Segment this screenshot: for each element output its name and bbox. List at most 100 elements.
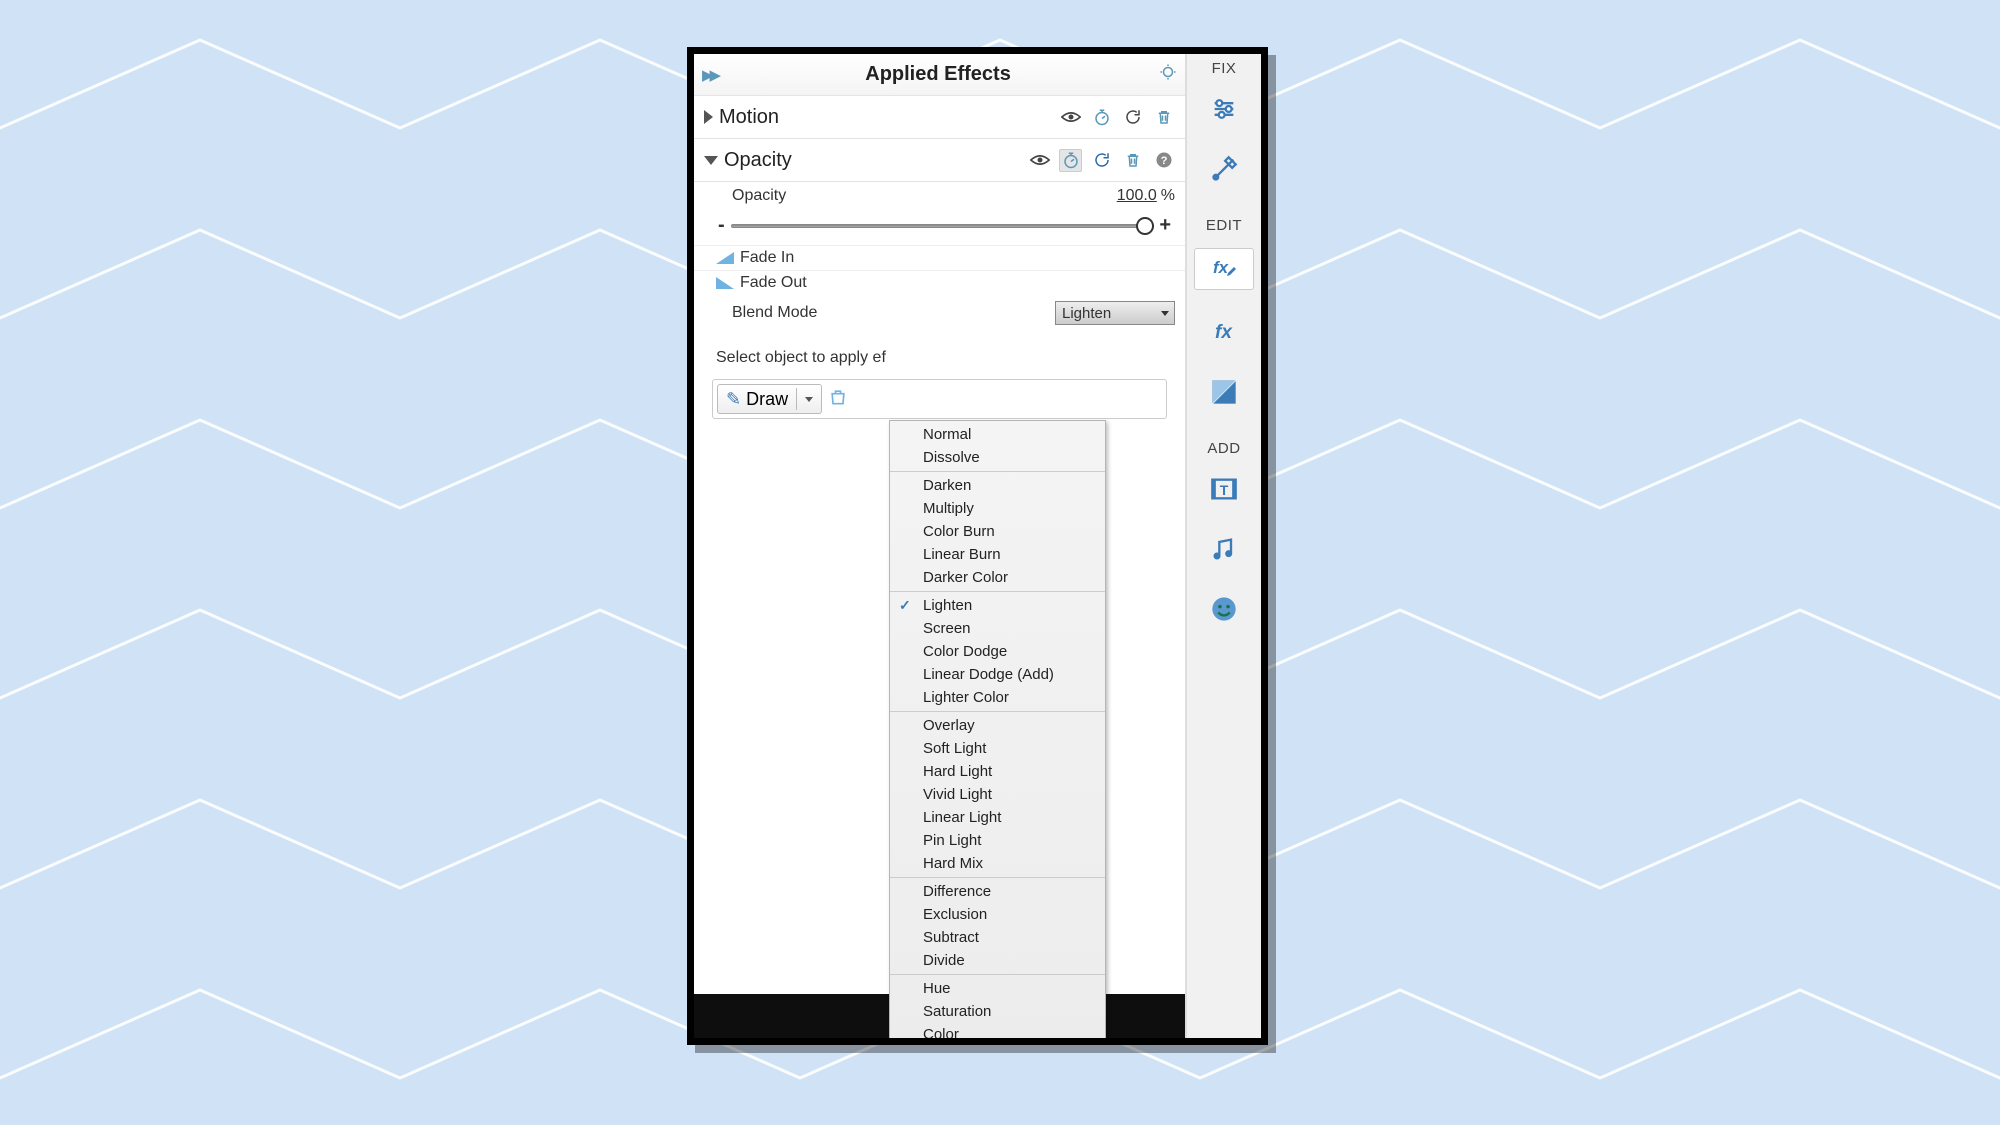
blend-option-label: Divide — [923, 952, 965, 969]
adjust-icon[interactable] — [1206, 91, 1242, 127]
fade-out-label: Fade Out — [740, 274, 807, 292]
eye-icon[interactable] — [1059, 106, 1082, 129]
blend-option[interactable]: Darken — [890, 474, 1105, 497]
blend-option[interactable]: Hard Mix — [890, 852, 1105, 875]
draw-button[interactable]: ✎ Draw — [717, 384, 822, 414]
blend-option[interactable]: Difference — [890, 880, 1105, 903]
sidebar-add-label: ADD — [1207, 440, 1240, 457]
blend-option-label: Subtract — [923, 929, 979, 946]
preset-icon[interactable] — [828, 387, 848, 412]
snap-icon[interactable] — [1159, 63, 1177, 86]
blend-option-label: Normal — [923, 426, 971, 443]
panel-window: ▶▶ Applied Effects Motion — [687, 47, 1268, 1045]
blend-option[interactable]: Divide — [890, 949, 1105, 972]
blend-option[interactable]: Linear Dodge (Add) — [890, 663, 1105, 686]
applied-effects-icon[interactable]: fx — [1194, 248, 1254, 290]
mask-toolbar: ✎ Draw — [712, 379, 1167, 419]
stopwatch-icon[interactable] — [1059, 149, 1082, 172]
svg-text:fx: fx — [1215, 322, 1233, 343]
blend-option-label: Screen — [923, 620, 971, 637]
blend-option[interactable]: Lighter Color — [890, 686, 1105, 709]
blend-option[interactable]: Soft Light — [890, 737, 1105, 760]
fade-out-row[interactable]: Fade Out — [694, 270, 1185, 295]
blend-mode-dropdown[interactable]: Normal Dissolve Darken Multiply Color Burn Li… — [889, 420, 1106, 1038]
blend-option[interactable]: Hard Light — [890, 760, 1105, 783]
graphics-icon[interactable] — [1206, 591, 1242, 627]
opacity-prop-label: Opacity — [732, 187, 1117, 205]
help-icon[interactable]: ? — [1152, 149, 1175, 172]
blend-option[interactable]: Color Dodge — [890, 640, 1105, 663]
check-icon: ✓ — [899, 597, 911, 614]
effects-icon[interactable]: fx — [1206, 314, 1242, 350]
opacity-slider[interactable] — [731, 224, 1154, 228]
transitions-icon[interactable] — [1206, 374, 1242, 410]
effect-section-motion[interactable]: Motion — [694, 96, 1185, 139]
blend-option[interactable]: Color — [890, 1023, 1105, 1038]
opacity-value[interactable]: 100.0 — [1117, 187, 1157, 205]
motion-title: Motion — [719, 106, 1059, 129]
blend-option-label: Color Burn — [923, 523, 995, 540]
blend-option[interactable]: Dissolve — [890, 446, 1105, 469]
blend-option[interactable]: Vivid Light — [890, 783, 1105, 806]
slider-thumb[interactable] — [1136, 217, 1154, 235]
blend-option[interactable]: Normal — [890, 423, 1105, 446]
fade-in-label: Fade In — [740, 249, 794, 267]
blend-option[interactable]: Screen — [890, 617, 1105, 640]
blend-option-label: Vivid Light — [923, 786, 992, 803]
sidebar-edit-label: EDIT — [1206, 217, 1242, 234]
effect-section-opacity[interactable]: Opacity ? — [694, 139, 1185, 182]
blend-option-label: Color Dodge — [923, 643, 1007, 660]
blend-mode-select[interactable]: Lighten — [1055, 301, 1175, 325]
blend-option[interactable]: Multiply — [890, 497, 1105, 520]
blend-option-label: Soft Light — [923, 740, 986, 757]
reset-icon[interactable] — [1090, 149, 1113, 172]
blend-option-label: Linear Burn — [923, 546, 1001, 563]
draw-label: Draw — [746, 389, 788, 410]
chevron-right-icon — [704, 110, 713, 124]
blend-option[interactable]: Subtract — [890, 926, 1105, 949]
slider-minus[interactable]: - — [718, 214, 725, 237]
chevron-down-icon — [704, 156, 718, 165]
eye-icon[interactable] — [1028, 149, 1051, 172]
svg-text:T: T — [1220, 482, 1229, 498]
blend-option-label: Lighten — [923, 597, 972, 614]
blend-option-label: Linear Dodge (Add) — [923, 666, 1054, 683]
blend-option[interactable]: Exclusion — [890, 903, 1105, 926]
music-icon[interactable] — [1206, 531, 1242, 567]
sidebar-fix-label: FIX — [1212, 60, 1237, 77]
trash-icon[interactable] — [1121, 149, 1144, 172]
blend-option[interactable]: Linear Light — [890, 806, 1105, 829]
blend-option[interactable]: Linear Burn — [890, 543, 1105, 566]
titles-icon[interactable]: T — [1206, 471, 1242, 507]
trash-icon[interactable] — [1152, 106, 1175, 129]
blend-option-label: Difference — [923, 883, 991, 900]
stopwatch-icon[interactable] — [1090, 106, 1113, 129]
svg-text:?: ? — [1160, 155, 1167, 167]
opacity-title: Opacity — [724, 149, 1028, 172]
blend-option-label: Lighter Color — [923, 689, 1009, 706]
blend-option[interactable]: Hue — [890, 977, 1105, 1000]
slider-plus[interactable]: + — [1159, 214, 1171, 237]
svg-text:fx: fx — [1213, 258, 1230, 277]
mask-hint-text: Select object to apply ef — [694, 331, 1185, 379]
opacity-unit: % — [1161, 187, 1175, 205]
tools-icon[interactable] — [1206, 151, 1242, 187]
blend-option-label: Exclusion — [923, 906, 987, 923]
blend-option[interactable]: Pin Light — [890, 829, 1105, 852]
blend-option-label: Linear Light — [923, 809, 1001, 826]
panel-header: ▶▶ Applied Effects — [694, 54, 1185, 96]
blend-option-label: Multiply — [923, 500, 974, 517]
reset-icon[interactable] — [1121, 106, 1144, 129]
fade-in-row[interactable]: Fade In — [694, 245, 1185, 270]
collapse-icon[interactable]: ▶▶ — [702, 66, 717, 84]
blend-option-label: Color — [923, 1026, 959, 1038]
blend-option[interactable]: Overlay — [890, 714, 1105, 737]
blend-option[interactable]: Color Burn — [890, 520, 1105, 543]
blend-option[interactable]: Darker Color — [890, 566, 1105, 589]
blend-option[interactable]: Saturation — [890, 1000, 1105, 1023]
blend-option[interactable]: ✓ Lighten — [890, 594, 1105, 617]
blend-mode-selected: Lighten — [1062, 305, 1111, 322]
blend-option-label: Darken — [923, 477, 971, 494]
fade-out-icon — [716, 277, 734, 289]
chevron-down-icon — [805, 397, 813, 402]
